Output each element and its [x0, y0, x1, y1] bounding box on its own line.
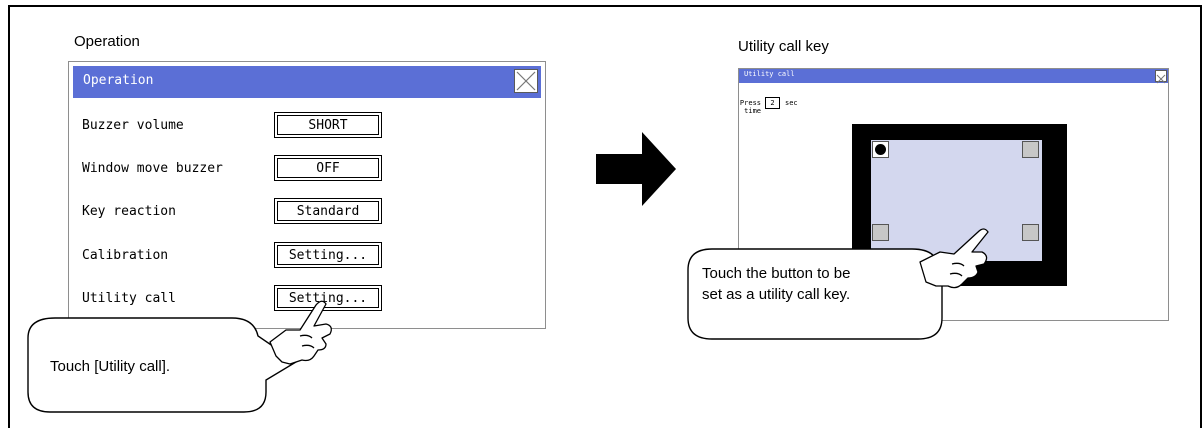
right-callout-text-line2: set as a utility call key. [702, 286, 851, 303]
pointing-hand-icon [919, 228, 989, 289]
right-callout-text-line1: Touch the button to be [702, 265, 851, 282]
